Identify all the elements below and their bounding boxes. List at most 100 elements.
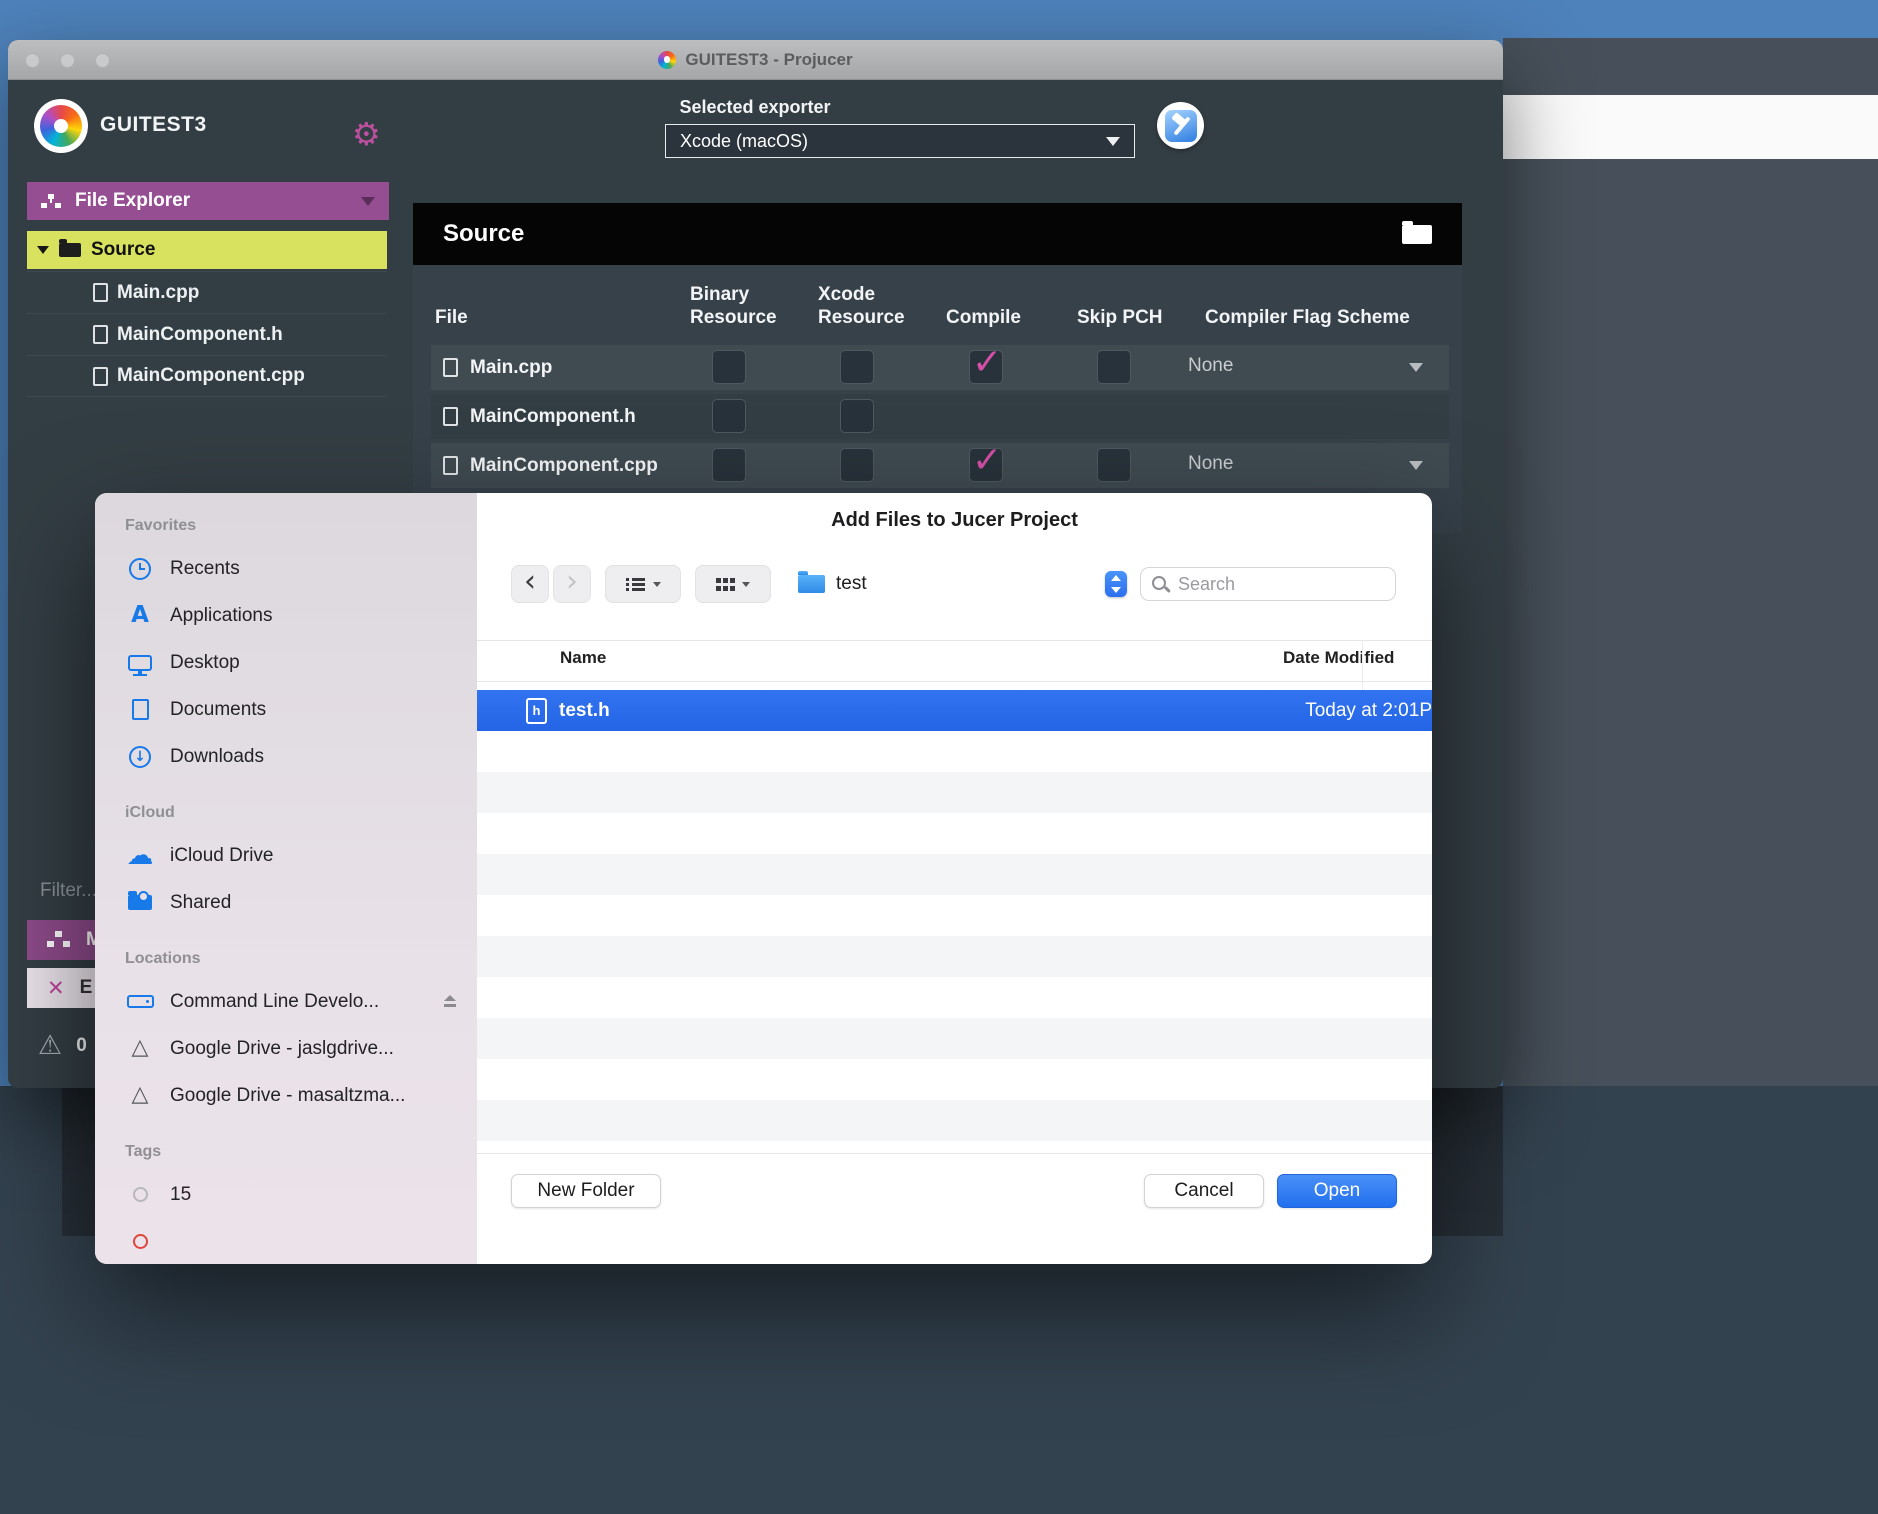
sidebar-item-downloads[interactable]: Downloads [125, 733, 457, 780]
exporters-icon: ✕ [47, 975, 65, 1000]
warning-icon: ⚠ [38, 1030, 63, 1061]
warnings-indicator[interactable]: ⚠ 0 [38, 1032, 87, 1059]
tree-item-main-cpp[interactable]: Main.cpp [27, 271, 387, 313]
search-input[interactable] [1178, 573, 1385, 595]
forward-button[interactable]: › [553, 565, 591, 603]
table-row[interactable]: MainComponent.cpp ✓ None [431, 440, 1449, 488]
tag-red-icon [132, 1234, 148, 1249]
tree-item-maincomponent-h[interactable]: MainComponent.h [27, 313, 387, 355]
exporter-value: Xcode (macOS) [680, 130, 809, 151]
settings-gear-icon[interactable]: ⚙ [352, 118, 381, 150]
window-title-text: GUITEST3 - Projucer [685, 49, 853, 69]
file-name: test.h [559, 699, 610, 721]
traffic-lights [25, 53, 110, 68]
tree-item-source[interactable]: Source [27, 231, 387, 269]
search-field[interactable] [1140, 567, 1396, 601]
tag-circle-icon [132, 1187, 148, 1202]
column-name[interactable]: Name [560, 648, 606, 668]
header-file-icon: h [526, 697, 547, 724]
google-drive-icon [132, 1037, 149, 1060]
binary-resource-checkbox[interactable] [712, 350, 746, 384]
exporter-dropdown[interactable]: Xcode (macOS) [665, 124, 1135, 158]
folder-icon[interactable] [1402, 220, 1432, 244]
sidebar-item-google-drive-1[interactable]: Google Drive - jaslgdrive... [125, 1025, 457, 1072]
column-skip-pch: Skip PCH [1077, 307, 1163, 329]
file-icon [443, 358, 458, 377]
tree-item-maincomponent-cpp[interactable]: MainComponent.cpp [27, 355, 387, 397]
file-explorer-icon [41, 193, 61, 209]
current-folder-name: test [836, 573, 867, 594]
window-titlebar[interactable]: GUITEST3 - Projucer [8, 40, 1503, 80]
file-date-modified: Today at 2:01P [1305, 699, 1432, 721]
open-button[interactable]: Open [1277, 1174, 1397, 1208]
eject-icon[interactable] [443, 995, 457, 1008]
list-view-button[interactable] [605, 565, 681, 603]
sidebar-item-documents[interactable]: Documents [125, 686, 457, 733]
back-button[interactable]: ‹ [511, 565, 549, 603]
zoom-button[interactable] [95, 53, 110, 68]
chevron-down-icon [361, 196, 375, 206]
new-folder-button[interactable]: New Folder [511, 1174, 661, 1208]
compile-checkbox[interactable]: ✓ [969, 342, 1003, 384]
documents-icon [131, 699, 149, 720]
cancel-button[interactable]: Cancel [1144, 1174, 1264, 1208]
binary-resource-checkbox[interactable] [712, 399, 746, 433]
xcode-resource-checkbox[interactable] [840, 399, 874, 433]
file-explorer-header[interactable]: File Explorer [27, 182, 389, 220]
sidebar-item-tag-15[interactable]: 15 [125, 1171, 457, 1218]
compile-checkbox[interactable]: ✓ [969, 440, 1003, 482]
sidebar-item-icloud-drive[interactable]: iCloud Drive [125, 832, 457, 879]
column-compile: Compile [946, 307, 1021, 329]
flag-scheme-dropdown[interactable]: None [1188, 453, 1233, 475]
flag-scheme-dropdown[interactable]: None [1188, 355, 1233, 377]
popup-stepper-icon[interactable] [1105, 571, 1127, 597]
checkmark: ✓ [972, 342, 1003, 383]
sidebar-item-recents[interactable]: Recents [125, 545, 457, 592]
skip-pch-checkbox[interactable] [1097, 350, 1131, 384]
close-button[interactable] [25, 53, 40, 68]
sidebar-item-desktop[interactable]: Desktop [125, 639, 457, 686]
folder-icon [59, 239, 81, 257]
folder-popup[interactable]: test [795, 567, 1127, 601]
xcode-resource-checkbox[interactable] [840, 448, 874, 482]
tags-heading: Tags [125, 1143, 162, 1160]
sidebar-item-label: Google Drive - jaslgdrive... [170, 1037, 394, 1059]
column-date-modified[interactable]: Date Modified [1283, 648, 1394, 668]
sidebar-item-label: Documents [170, 698, 267, 720]
file-explorer-label: File Explorer [75, 190, 191, 211]
sidebar-item-applications[interactable]: Applications [125, 592, 457, 639]
locations-heading: Locations [125, 950, 201, 967]
app-logo [34, 99, 88, 153]
sidebar-item-tag-red[interactable] [125, 1218, 457, 1264]
sidebar-item-google-drive-2[interactable]: Google Drive - masaltzma... [125, 1072, 457, 1119]
file-row-selected[interactable]: h test.h Today at 2:01P [477, 690, 1432, 731]
file-name: Main.cpp [470, 356, 553, 378]
group-view-button[interactable] [695, 565, 771, 603]
sidebar-item-label: Recents [170, 557, 240, 579]
minimize-button[interactable] [60, 53, 75, 68]
icloud-icon [127, 842, 154, 870]
file-name: MainComponent.h [470, 405, 636, 427]
filter-input[interactable]: Filter... [40, 880, 97, 902]
file-icon [93, 283, 108, 302]
google-drive-icon [132, 1084, 149, 1107]
juce-pinwheel-icon [40, 105, 82, 147]
file-icon [93, 366, 108, 386]
table-row[interactable]: MainComponent.h [431, 394, 1449, 439]
chevron-down-icon [652, 581, 661, 587]
sidebar-item-command-line-developer[interactable]: Command Line Develo... [125, 978, 457, 1025]
xcode-resource-checkbox[interactable] [840, 350, 874, 384]
column-xcode-resource: Xcode Resource [818, 283, 905, 329]
sidebar-item-shared[interactable]: Shared [125, 879, 457, 926]
binary-resource-checkbox[interactable] [712, 448, 746, 482]
table-row[interactable]: Main.cpp ✓ None [431, 342, 1449, 390]
launch-xcode-button[interactable] [1157, 102, 1204, 149]
file-icon [93, 325, 108, 344]
skip-pch-checkbox[interactable] [1097, 448, 1131, 482]
chevron-down-icon [1106, 136, 1120, 146]
project-name: GUITEST3 [100, 113, 207, 136]
column-binary-resource: Binary Resource [690, 283, 777, 329]
list-view-icon [625, 577, 646, 591]
sidebar-item-label: iCloud Drive [170, 844, 274, 866]
sidebar-item-label: Shared [170, 891, 232, 913]
